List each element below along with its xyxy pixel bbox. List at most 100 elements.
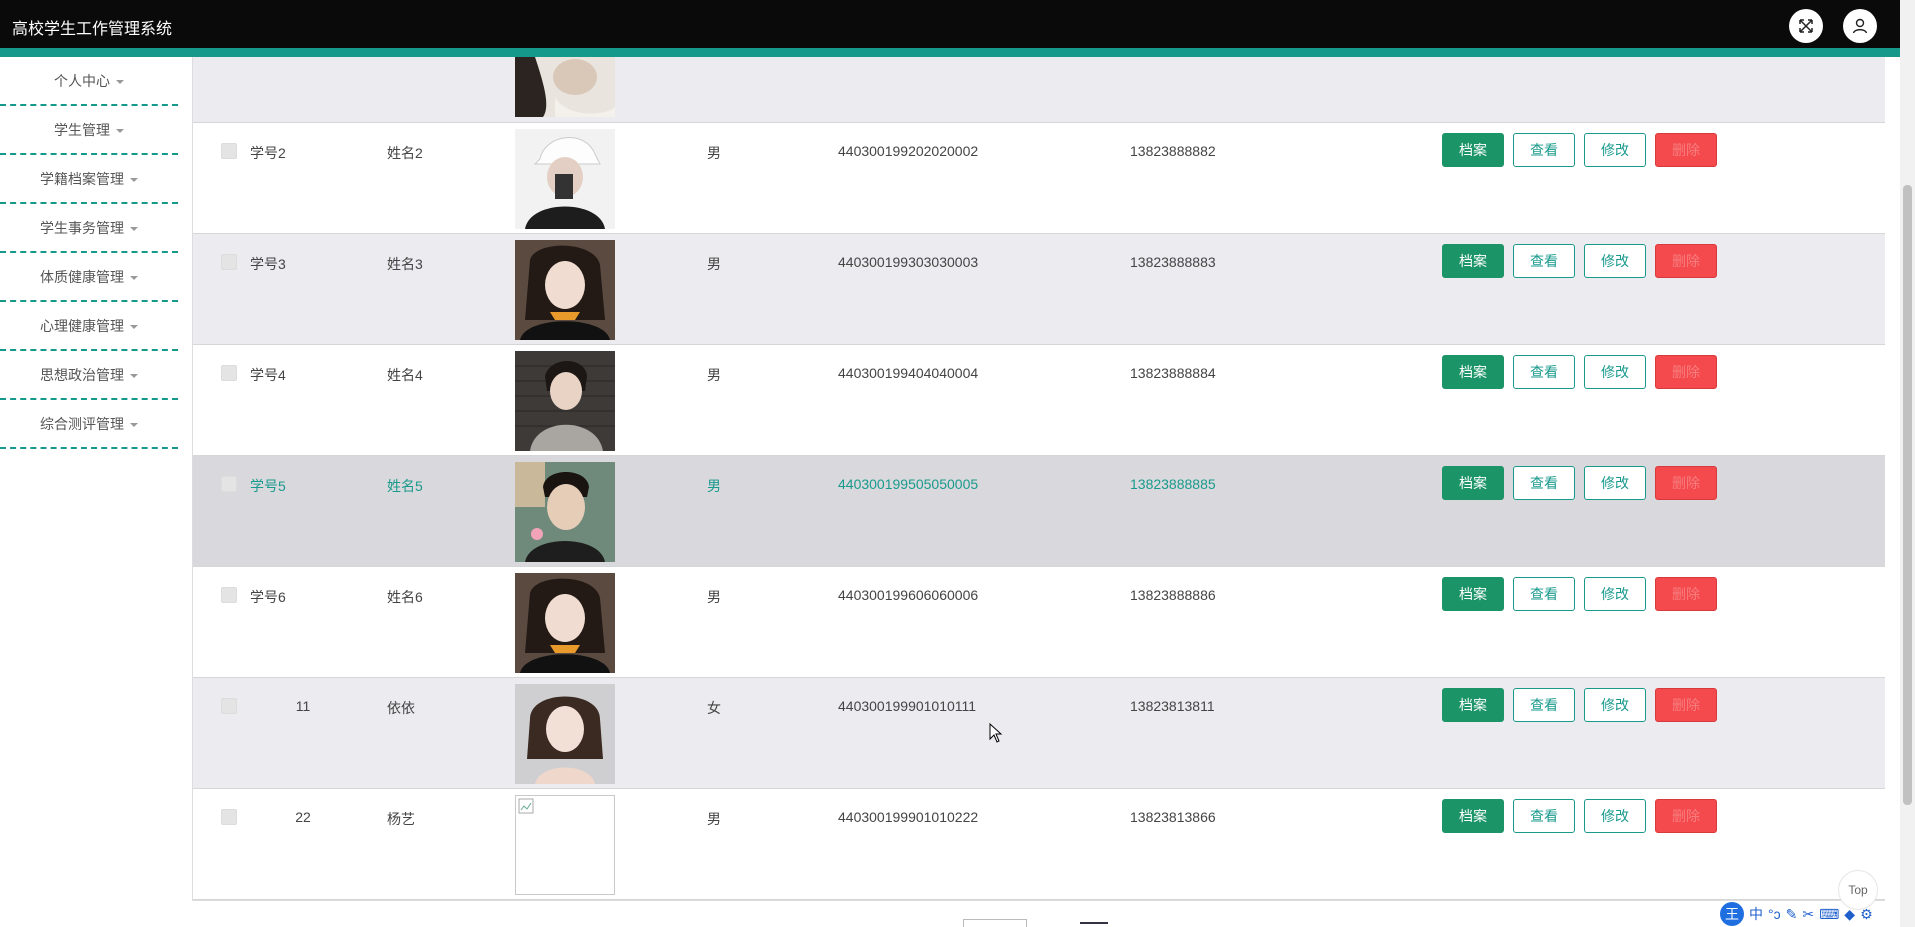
- student-id: 学号3: [250, 256, 286, 272]
- user-menu-button[interactable]: [1843, 9, 1877, 43]
- archive-button[interactable]: 档案: [1442, 688, 1504, 722]
- edit-button[interactable]: 修改: [1584, 133, 1646, 167]
- sidebar-item-label: 思想政治管理: [40, 366, 124, 383]
- table-row[interactable]: 11 依依 女 440300199901010111 13823813811 档…: [193, 678, 1885, 789]
- student-name: 依依: [387, 700, 415, 716]
- row-checkbox[interactable]: [221, 143, 237, 159]
- view-button[interactable]: 查看: [1513, 466, 1575, 500]
- student-idcard: 440300199303030003: [838, 254, 979, 270]
- delete-button[interactable]: 删除: [1655, 355, 1717, 389]
- sidebar-item-archive-management[interactable]: 学籍档案管理: [0, 155, 178, 204]
- student-gender: 女: [707, 700, 721, 716]
- ime-settings-icon[interactable]: ⚙: [1860, 906, 1873, 923]
- archive-button[interactable]: 档案: [1442, 577, 1504, 611]
- sidebar-item-comprehensive-evaluation[interactable]: 综合测评管理: [0, 400, 178, 449]
- ime-mode-label[interactable]: 中: [1749, 904, 1763, 924]
- edit-button[interactable]: 修改: [1584, 577, 1646, 611]
- archive-button[interactable]: 档案: [1442, 466, 1504, 500]
- archive-button[interactable]: 档案: [1442, 133, 1504, 167]
- student-photo: [515, 462, 615, 562]
- student-phone: 13823888883: [1130, 254, 1216, 270]
- table-row[interactable]: 学号5 姓名5 男 440300199505050005 13823888885…: [193, 456, 1885, 567]
- view-button[interactable]: 查看: [1513, 244, 1575, 278]
- table-row[interactable]: 学号3 姓名3 男 440300199303030003 13823888883…: [193, 234, 1885, 345]
- caret-down-icon: [130, 373, 138, 378]
- view-button[interactable]: 查看: [1513, 133, 1575, 167]
- view-button[interactable]: 查看: [1513, 688, 1575, 722]
- student-idcard: 440300199606060006: [838, 587, 979, 603]
- row-checkbox[interactable]: [221, 476, 237, 492]
- student-idcard: 440300199901010222: [838, 809, 979, 825]
- edit-button[interactable]: 修改: [1584, 466, 1646, 500]
- view-button[interactable]: 查看: [1513, 355, 1575, 389]
- row-checkbox[interactable]: [221, 254, 237, 270]
- row-checkbox[interactable]: [221, 587, 237, 603]
- sidebar-item-student-management[interactable]: 学生管理: [0, 106, 178, 155]
- row-actions: 档案 查看 修改 删除: [1442, 577, 1717, 611]
- scrollbar-thumb[interactable]: [1903, 185, 1912, 805]
- ime-pen-icon[interactable]: ✎: [1786, 906, 1798, 923]
- caret-down-icon: [130, 177, 138, 182]
- ime-scissors-icon[interactable]: ✂: [1802, 906, 1814, 923]
- student-id: 22: [295, 809, 311, 825]
- edit-button[interactable]: 修改: [1584, 799, 1646, 833]
- pagination-box[interactable]: [963, 919, 1027, 927]
- user-icon: [1852, 18, 1868, 34]
- ime-keyboard-icon[interactable]: ⌨: [1819, 906, 1839, 923]
- edit-button[interactable]: 修改: [1584, 355, 1646, 389]
- student-photo-broken: [515, 795, 615, 895]
- student-idcard: 440300199505050005: [838, 476, 979, 492]
- caret-down-icon: [130, 324, 138, 329]
- student-idcard: 440300199202020002: [838, 143, 979, 159]
- edit-button[interactable]: 修改: [1584, 688, 1646, 722]
- delete-button[interactable]: 删除: [1655, 688, 1717, 722]
- caret-down-icon: [130, 275, 138, 280]
- delete-button[interactable]: 删除: [1655, 244, 1717, 278]
- ime-logo-icon[interactable]: 王: [1720, 902, 1744, 926]
- page-scrollbar[interactable]: [1900, 0, 1915, 927]
- view-button[interactable]: 查看: [1513, 577, 1575, 611]
- table-row[interactable]: 学号6 姓名6 男 440300199606060006 13823888886…: [193, 567, 1885, 678]
- row-actions: 档案 查看 修改 删除: [1442, 799, 1717, 833]
- archive-button[interactable]: 档案: [1442, 355, 1504, 389]
- ime-toolbar: 王 中 °ɔ ✎ ✂ ⌨ ◆ ⚙: [1720, 902, 1873, 926]
- sidebar-item-label: 学生事务管理: [40, 219, 124, 236]
- delete-button[interactable]: 删除: [1655, 577, 1717, 611]
- sidebar-item-personal-center[interactable]: 个人中心: [0, 57, 178, 106]
- fullscreen-icon: [1799, 19, 1813, 33]
- archive-button[interactable]: 档案: [1442, 799, 1504, 833]
- student-phone: 13823813866: [1130, 809, 1216, 825]
- student-photo: [515, 684, 615, 784]
- ime-punctuation-icon[interactable]: °ɔ: [1768, 906, 1781, 922]
- delete-button[interactable]: 删除: [1655, 133, 1717, 167]
- archive-button[interactable]: 档案: [1442, 244, 1504, 278]
- view-button[interactable]: 查看: [1513, 799, 1575, 833]
- student-id: 学号5: [250, 478, 286, 494]
- sidebar-item-mental-health[interactable]: 心理健康管理: [0, 302, 178, 351]
- table-row[interactable]: 学号2 姓名2 男 440300199202020002 13823888882…: [193, 123, 1885, 234]
- sidebar-item-physical-health[interactable]: 体质健康管理: [0, 253, 178, 302]
- row-checkbox[interactable]: [221, 698, 237, 714]
- delete-button[interactable]: 删除: [1655, 799, 1717, 833]
- ime-skin-icon[interactable]: ◆: [1844, 906, 1855, 923]
- sidebar-item-label: 体质健康管理: [40, 268, 124, 285]
- delete-button[interactable]: 删除: [1655, 466, 1717, 500]
- table-row[interactable]: 学号4 姓名4 男 440300199404040004 13823888884…: [193, 345, 1885, 456]
- student-id: 学号6: [250, 589, 286, 605]
- student-name: 姓名4: [387, 367, 423, 383]
- student-name: 姓名6: [387, 589, 423, 605]
- edit-button[interactable]: 修改: [1584, 244, 1646, 278]
- student-gender: 男: [707, 256, 721, 272]
- caret-down-icon: [116, 128, 124, 133]
- fullscreen-button[interactable]: [1789, 9, 1823, 43]
- sidebar-item-affairs-management[interactable]: 学生事务管理: [0, 204, 178, 253]
- sidebar-item-label: 心理健康管理: [40, 317, 124, 334]
- row-checkbox[interactable]: [221, 809, 237, 825]
- sidebar-item-label: 综合测评管理: [40, 415, 124, 432]
- table-row[interactable]: 22 杨艺 男 440300199901010222 13823813866 档…: [193, 789, 1885, 900]
- student-name: 姓名3: [387, 256, 423, 272]
- row-checkbox[interactable]: [221, 365, 237, 381]
- caret-down-icon: [130, 226, 138, 231]
- broken-image-icon: [518, 798, 534, 814]
- sidebar-item-ideology-politics[interactable]: 思想政治管理: [0, 351, 178, 400]
